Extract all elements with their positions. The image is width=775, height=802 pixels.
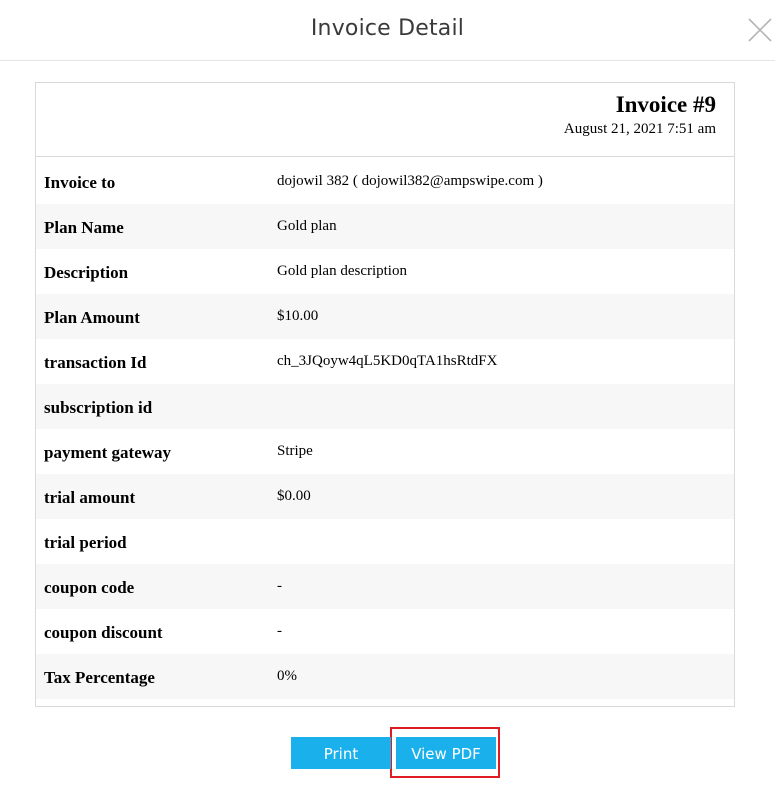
detail-row-coupon-discount: coupon discount - (36, 609, 734, 654)
detail-row-transaction-id: transaction Id ch_3JQoyw4qL5KD0qTA1hsRtd… (36, 339, 734, 384)
detail-value: Gold plan (277, 218, 337, 234)
view-pdf-button[interactable]: View PDF (396, 737, 496, 769)
detail-value: 0% (277, 668, 297, 684)
detail-label: Tax Percentage (44, 668, 155, 687)
detail-label: trial period (44, 533, 127, 552)
detail-row-payment-gateway: payment gateway Stripe (36, 429, 734, 474)
close-icon[interactable] (745, 15, 775, 45)
detail-label: trial amount (44, 488, 136, 507)
detail-value: - (277, 623, 282, 639)
detail-value: dojowil 382 ( dojowil382@ampswipe.com ) (277, 173, 543, 189)
detail-row-trial-period: trial period (36, 519, 734, 564)
detail-row-trial-amount: trial amount $0.00 (36, 474, 734, 519)
detail-value: $0.00 (277, 488, 311, 504)
detail-label: subscription id (44, 398, 153, 417)
detail-row-description: Description Gold plan description (36, 249, 734, 294)
detail-label: payment gateway (44, 443, 172, 462)
detail-row-coupon-code: coupon code - (36, 564, 734, 609)
detail-row-invoice-to: Invoice to dojowil 382 ( dojowil382@amps… (36, 159, 734, 204)
invoice-date: August 21, 2021 7:51 am (563, 121, 716, 137)
detail-value: $10.00 (277, 308, 319, 324)
detail-row-plan-name: Plan Name Gold plan (36, 204, 734, 249)
detail-label: Invoice to (44, 173, 116, 192)
detail-row-tax-percentage: Tax Percentage 0% (36, 654, 734, 699)
detail-label: Description (44, 263, 129, 282)
detail-value: ch_3JQoyw4qL5KD0qTA1hsRtdFX (277, 353, 498, 369)
invoice-number: Invoice #9 (615, 92, 716, 117)
detail-label: Plan Amount (44, 308, 140, 327)
detail-value: Gold plan description (277, 263, 407, 279)
detail-row-plan-amount: Plan Amount $10.00 (36, 294, 734, 339)
detail-label: Plan Name (44, 218, 124, 237)
detail-label: coupon discount (44, 623, 163, 642)
detail-label: transaction Id (44, 353, 147, 372)
modal-header: Invoice Detail (0, 0, 775, 61)
invoice-detail-modal: Invoice Detail Invoice #9 August 21, 202… (0, 0, 775, 802)
detail-value: Stripe (277, 443, 313, 459)
invoice-header: Invoice #9 August 21, 2021 7:51 am (36, 83, 734, 157)
print-button[interactable]: Print (291, 737, 391, 769)
detail-value: - (277, 578, 282, 594)
modal-title: Invoice Detail (310, 16, 465, 41)
detail-label: coupon code (44, 578, 135, 597)
detail-row-subscription-id: subscription id (36, 384, 734, 429)
invoice-details-table: Invoice to dojowil 382 ( dojowil382@amps… (36, 159, 734, 699)
invoice-panel: Invoice #9 August 21, 2021 7:51 am Invoi… (35, 82, 735, 707)
